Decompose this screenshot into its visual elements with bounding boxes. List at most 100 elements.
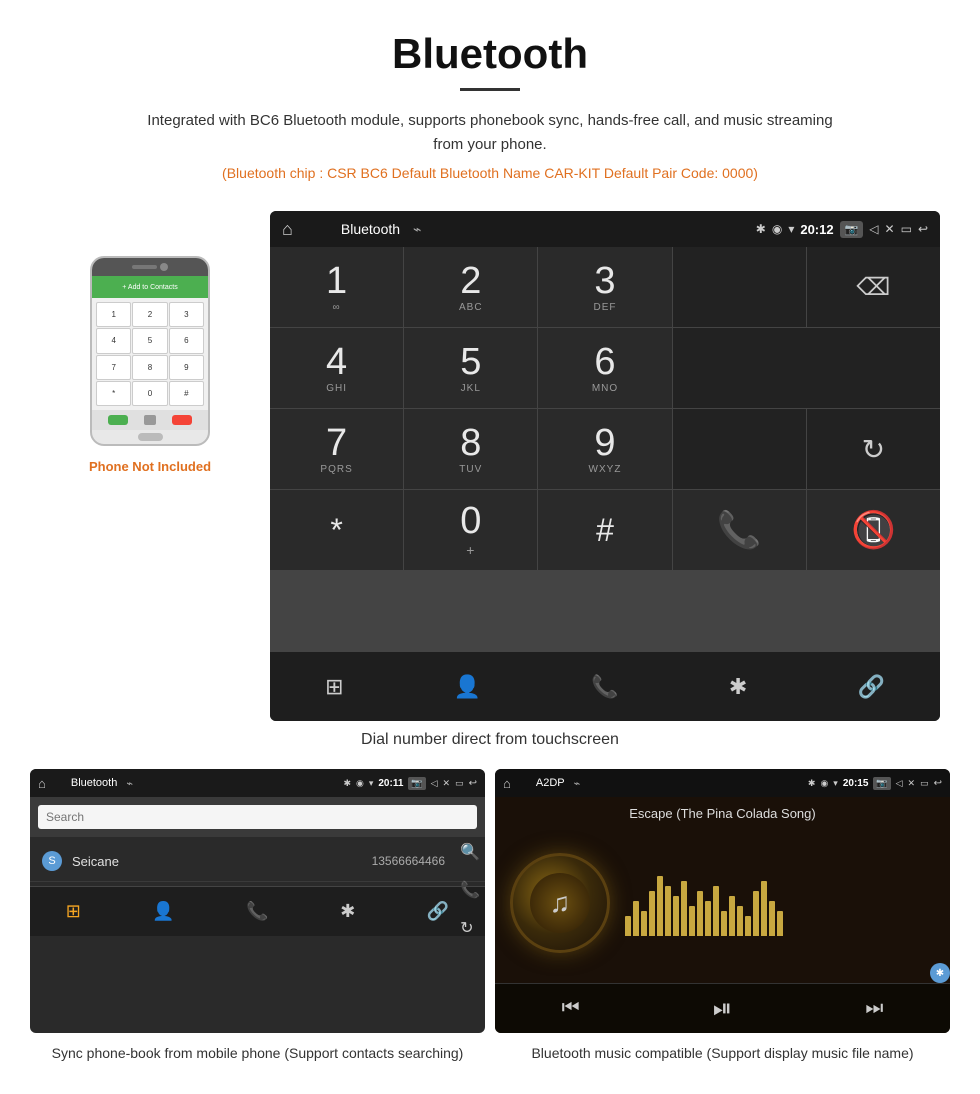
back-icon[interactable]: ↩ [918, 222, 928, 236]
eq-bar [625, 916, 631, 936]
eq-bar [665, 886, 671, 936]
music-controls: ⏮ ⏯ ⏭ [495, 983, 950, 1033]
next-button[interactable]: ⏭ [865, 997, 883, 1020]
album-art-inner: ♫ [530, 873, 590, 933]
phone-top-bar [92, 258, 208, 276]
status-time: 20:12 [800, 222, 833, 237]
music-usb-icon: ⌁ [574, 777, 581, 790]
song-title-area: Escape (The Pina Colada Song) [495, 797, 950, 823]
prev-button[interactable]: ⏮ [562, 997, 580, 1020]
dial-key-4[interactable]: 4 GHI [270, 328, 403, 408]
pb-contact-list: S Seicane 13566664466 [30, 837, 485, 886]
eq-bar [689, 906, 695, 936]
home-icon[interactable]: ⌂ [282, 219, 293, 240]
nav-grid-icon[interactable]: ⊞ [317, 666, 351, 708]
dial-contacts-refresh[interactable]: ↻ [807, 409, 940, 489]
call-action-icon[interactable]: 📞 [460, 880, 480, 900]
phone-not-included-label: Phone Not Included [89, 459, 211, 474]
phone-key: 4 [96, 328, 131, 353]
dial-key-6[interactable]: 6 MNO [538, 328, 671, 408]
song-title: Escape (The Pina Colada Song) [629, 806, 815, 821]
music-loc-icon: ◉ [820, 778, 828, 789]
phonebook-screen: ⌂ Bluetooth ⌁ ✱ ◉ ▾ 20:11 📷 ◁ ✕ ▭ ↩ [30, 769, 485, 1033]
pb-title: Bluetooth [71, 777, 117, 789]
music-bt-icon: ✱ [808, 778, 816, 789]
phone-key: 7 [96, 355, 131, 380]
eq-bar [697, 891, 703, 936]
phone-call-button [108, 415, 128, 425]
dial-key-1[interactable]: 1 ∞ [270, 247, 403, 327]
nav-contact-icon[interactable]: 👤 [446, 666, 489, 708]
refresh-icon: ↻ [862, 433, 885, 466]
play-pause-button[interactable]: ⏯ [713, 995, 732, 1023]
dial-key-7[interactable]: 7 PQRS [270, 409, 403, 489]
pb-nav-bt[interactable]: ✱ [340, 901, 355, 922]
phone-body: + Add to Contacts 1 2 3 4 5 6 7 8 9 [90, 256, 210, 446]
pb-cam-box: 📷 [408, 777, 425, 790]
camera-icon-box: 📷 [840, 221, 864, 238]
dial-key-2[interactable]: 2 ABC [404, 247, 537, 327]
dial-key-0[interactable]: 0 + [404, 490, 537, 570]
dial-key-5[interactable]: 5 JKL [404, 328, 537, 408]
call-icon: 📞 [717, 509, 762, 551]
pb-home-icon[interactable]: ⌂ [38, 776, 46, 791]
music-screen: ⌂ A2DP ⌁ ✱ ◉ ▾ 20:15 📷 ◁ ✕ ▭ ↩ Escape (T [495, 769, 950, 1033]
phone-key: 6 [169, 328, 204, 353]
eq-bar [657, 876, 663, 936]
page-description: Integrated with BC6 Bluetooth module, su… [140, 109, 840, 157]
phone-key: * [96, 381, 131, 406]
phone-key: 1 [96, 302, 131, 327]
music-time: 20:15 [843, 778, 869, 789]
phone-keypad: 1 2 3 4 5 6 7 8 9 * 0 # [92, 298, 208, 410]
pb-nav-phone[interactable]: 📞 [246, 901, 268, 922]
nav-bluetooth-icon[interactable]: ✱ [721, 666, 755, 708]
page-title: Bluetooth [20, 30, 960, 78]
music-status-bar: ⌂ A2DP ⌁ ✱ ◉ ▾ 20:15 📷 ◁ ✕ ▭ ↩ [495, 769, 950, 797]
eq-bar [721, 911, 727, 936]
music-sig-icon: ▾ [833, 778, 838, 789]
eq-bar [737, 906, 743, 936]
search-action-icon[interactable]: 🔍 [460, 842, 480, 862]
phone-home-button [138, 433, 163, 441]
eq-bar [761, 881, 767, 936]
contact-avatar: S [42, 851, 62, 871]
pb-back-icon[interactable]: ↩ [469, 778, 477, 789]
phone-key: # [169, 381, 204, 406]
pb-action-icons: 🔍 📞 ↻ [460, 842, 480, 938]
page-specs: (Bluetooth chip : CSR BC6 Default Blueto… [20, 165, 960, 181]
music-panel: ⌂ A2DP ⌁ ✱ ◉ ▾ 20:15 📷 ◁ ✕ ▭ ↩ Escape (T [495, 769, 950, 1064]
search-input[interactable] [38, 805, 477, 829]
phone-key: 2 [132, 302, 167, 327]
nav-link-icon[interactable]: 🔗 [849, 666, 892, 708]
pb-win-icon: ▭ [455, 778, 464, 789]
phone-key: 3 [169, 302, 204, 327]
pb-nav-grid[interactable]: ⊞ [66, 901, 81, 922]
dial-key-star[interactable]: * [270, 490, 403, 570]
dial-call-button[interactable]: 📞 [673, 490, 806, 570]
pb-close-icon: ✕ [443, 778, 451, 789]
eq-bar [681, 881, 687, 936]
dial-key-empty-3 [673, 409, 806, 489]
nav-phone-icon[interactable]: 📞 [583, 666, 626, 708]
music-back-icon[interactable]: ↩ [934, 778, 942, 789]
dial-key-8[interactable]: 8 TUV [404, 409, 537, 489]
sync-action-icon[interactable]: ↻ [460, 918, 480, 938]
dial-key-hash[interactable]: # [538, 490, 671, 570]
eq-bar [705, 901, 711, 936]
dialpad-title: Bluetooth [341, 221, 400, 237]
eq-bar [753, 891, 759, 936]
phone-illustration: ✱ + Add to Contacts [75, 231, 225, 451]
location-status-icon: ◉ [772, 222, 782, 236]
backspace-icon: ⌫ [856, 273, 890, 302]
dial-key-3[interactable]: 3 DEF [538, 247, 671, 327]
dial-end-button[interactable]: 📵 [807, 490, 940, 570]
dial-key-9[interactable]: 9 WXYZ [538, 409, 671, 489]
pb-nav-link[interactable]: 🔗 [427, 901, 449, 922]
music-home-icon[interactable]: ⌂ [503, 776, 511, 791]
end-call-icon: 📵 [851, 509, 896, 551]
phone-area: ✱ + Add to Contacts [40, 211, 260, 474]
main-caption: Dial number direct from touchscreen [0, 731, 980, 749]
pb-nav-user[interactable]: 👤 [152, 901, 174, 922]
phone-key: 9 [169, 355, 204, 380]
dial-backspace[interactable]: ⌫ [807, 247, 940, 327]
